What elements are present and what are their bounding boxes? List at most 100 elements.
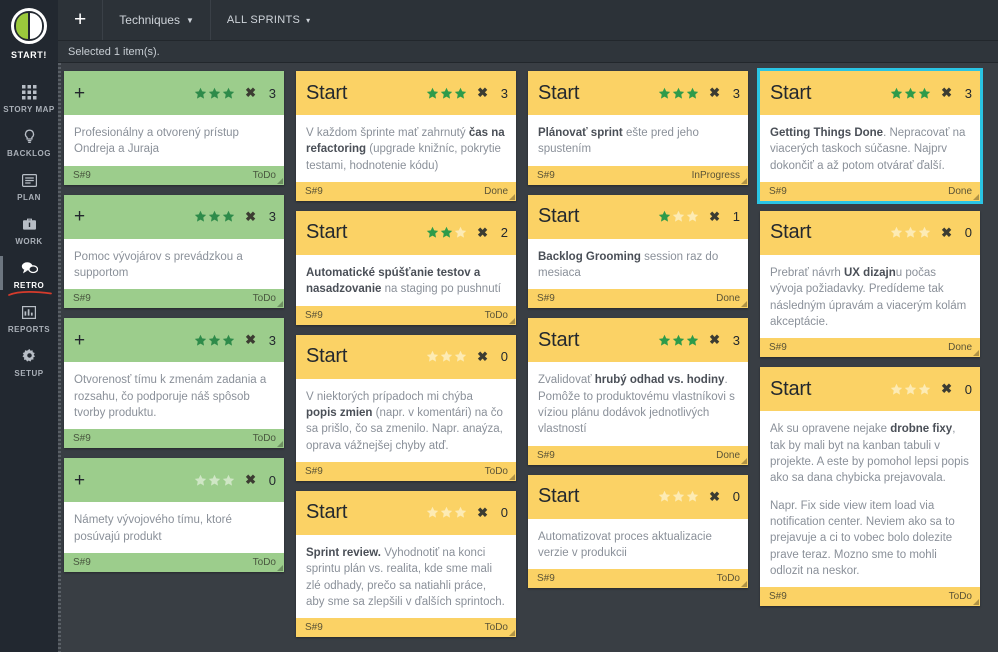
add-item-button[interactable]: + [58, 0, 104, 40]
close-icon[interactable]: ✖ [709, 489, 720, 505]
techniques-dropdown[interactable]: Techniques ▼ [103, 0, 211, 40]
star-rating[interactable] [658, 210, 699, 223]
card-resize-handle[interactable] [973, 599, 979, 606]
card-resize-handle[interactable] [741, 581, 747, 588]
close-icon[interactable]: ✖ [477, 85, 488, 101]
close-icon[interactable]: ✖ [477, 225, 488, 241]
close-icon[interactable]: ✖ [245, 85, 256, 101]
card-header[interactable]: Start ✖ 0 [528, 474, 748, 519]
retro-card[interactable]: Start ✖ 0 V niektorých prípadoch mi chýba p… [296, 334, 516, 481]
card-resize-handle[interactable] [741, 457, 747, 464]
star-rating[interactable] [426, 506, 467, 519]
card-resize-handle[interactable] [277, 177, 283, 184]
retro-card[interactable]: Start ✖ 3 Plánovať sprint ešte pred jeho sp… [528, 71, 748, 185]
star-rating[interactable] [194, 87, 235, 100]
card-resize-handle[interactable] [741, 177, 747, 184]
star-rating[interactable] [658, 490, 699, 503]
vote-count: 2 [500, 225, 508, 241]
sidebar-item-plan[interactable]: PLAN [0, 164, 58, 208]
sidebar-item-reports[interactable]: REPORTS [0, 296, 58, 340]
retro-card[interactable]: + ✖ 3 Otvorenosť tímu k zmenám zadania a ro… [64, 318, 284, 449]
card-header[interactable]: Start ✖ 3 [528, 318, 748, 363]
retro-card[interactable]: + ✖ 3 Pomoc vývojárov s prevádzkou a suppor… [64, 194, 284, 309]
star-rating[interactable] [194, 210, 235, 223]
card-resize-handle[interactable] [741, 301, 747, 308]
card-resize-handle[interactable] [277, 441, 283, 448]
sprints-dropdown[interactable]: ALL SPRINTS ▾ [211, 0, 327, 40]
card-header[interactable]: Start ✖ 2 [296, 210, 516, 255]
card-add-icon[interactable]: + [74, 331, 188, 350]
star-rating[interactable] [890, 383, 931, 396]
card-resize-handle[interactable] [509, 317, 515, 324]
card-resize-handle[interactable] [973, 193, 979, 200]
retro-card[interactable]: Start ✖ 0 Ak su opravene nejake drobne fixy… [760, 367, 980, 607]
close-icon[interactable]: ✖ [941, 225, 952, 241]
close-icon[interactable]: ✖ [245, 472, 256, 488]
star-rating[interactable] [658, 87, 699, 100]
close-icon[interactable]: ✖ [245, 332, 256, 348]
retro-card[interactable]: + ✖ 3 Profesionálny a otvorený prístup Ondr… [64, 71, 284, 185]
card-header[interactable]: + ✖ 0 [64, 458, 284, 503]
card-header[interactable]: Start ✖ 0 [760, 210, 980, 255]
vote-count: 0 [268, 472, 276, 488]
card-resize-handle[interactable] [509, 193, 515, 200]
card-resize-handle[interactable] [509, 473, 515, 480]
chevron-down-icon: ▼ [185, 15, 194, 25]
card-header[interactable]: Start ✖ 1 [528, 194, 748, 239]
sidebar-item-backlog[interactable]: BACKLOG [0, 120, 58, 164]
card-body: Pomoc vývojárov s prevádzkou a supportom [64, 238, 284, 290]
retro-card[interactable]: Start ✖ 2 Automatické spúšťanie testov a na… [296, 210, 516, 325]
close-icon[interactable]: ✖ [709, 209, 720, 225]
retro-card[interactable]: Start ✖ 0 Sprint review. Vyhodnotiť na konc… [296, 490, 516, 638]
card-header[interactable]: Start ✖ 0 [296, 490, 516, 535]
board-scroll-rail[interactable] [58, 63, 61, 652]
card-sprint-label: S#9 [537, 573, 555, 585]
star-rating[interactable] [426, 87, 467, 100]
sidebar-item-story-map[interactable]: STORY MAP [0, 76, 58, 120]
card-add-icon[interactable]: + [74, 84, 188, 103]
close-icon[interactable]: ✖ [477, 505, 488, 521]
card-resize-handle[interactable] [973, 350, 979, 357]
star-rating[interactable] [890, 226, 931, 239]
close-icon[interactable]: ✖ [941, 85, 952, 101]
card-resize-handle[interactable] [277, 301, 283, 308]
card-header[interactable]: Start ✖ 0 [296, 334, 516, 379]
card-add-icon[interactable]: + [74, 471, 188, 490]
app-logo[interactable]: START! [11, 8, 47, 60]
retro-card[interactable]: Start ✖ 3 Zvalidovať hrubý odhad vs. hodiny… [528, 318, 748, 465]
retro-card[interactable]: Start ✖ 3 Getting Things Done. Nepracovať n… [757, 68, 983, 204]
retro-card[interactable]: Start ✖ 0 Automatizovat proces aktualizacie… [528, 474, 748, 589]
card-header[interactable]: + ✖ 3 [64, 71, 284, 115]
star-rating[interactable] [658, 334, 699, 347]
card-header[interactable]: + ✖ 3 [64, 318, 284, 363]
close-icon[interactable]: ✖ [941, 381, 952, 397]
card-resize-handle[interactable] [509, 630, 515, 637]
card-resize-handle[interactable] [277, 564, 283, 571]
close-icon[interactable]: ✖ [709, 332, 720, 348]
retro-card[interactable]: Start ✖ 3 V každom šprinte mať zahrnutý čas… [296, 71, 516, 201]
close-icon[interactable]: ✖ [245, 209, 256, 225]
card-sprint-label: S#9 [73, 169, 91, 181]
close-icon[interactable]: ✖ [477, 349, 488, 365]
star-rating[interactable] [194, 474, 235, 487]
retro-card[interactable]: Start ✖ 1 Backlog Grooming session raz do m… [528, 194, 748, 309]
sidebar-item-retro[interactable]: RETRO [0, 252, 58, 296]
card-body: V niektorých prípadoch mi chýba popis zm… [296, 378, 516, 462]
card-sprint-label: S#9 [305, 465, 323, 477]
retro-card[interactable]: Start ✖ 0 Prebrať návrh UX dizajnu počas vý… [760, 210, 980, 358]
star-rating[interactable] [426, 226, 467, 239]
card-header[interactable]: Start ✖ 3 [296, 71, 516, 115]
card-add-icon[interactable]: + [74, 207, 188, 226]
retro-card[interactable]: + ✖ 0 Námety vývojového tímu, ktoré posúvaj… [64, 458, 284, 572]
card-header[interactable]: Start ✖ 0 [760, 367, 980, 412]
card-header[interactable]: + ✖ 3 [64, 194, 284, 239]
sidebar-item-work[interactable]: WORK [0, 208, 58, 252]
card-footer: S#9 ToDo [296, 305, 516, 325]
star-rating[interactable] [426, 350, 467, 363]
card-header[interactable]: Start ✖ 3 [760, 71, 980, 115]
star-rating[interactable] [194, 334, 235, 347]
card-header[interactable]: Start ✖ 3 [528, 71, 748, 115]
close-icon[interactable]: ✖ [709, 85, 720, 101]
star-rating[interactable] [890, 87, 931, 100]
sidebar-item-setup[interactable]: SETUP [0, 340, 58, 384]
